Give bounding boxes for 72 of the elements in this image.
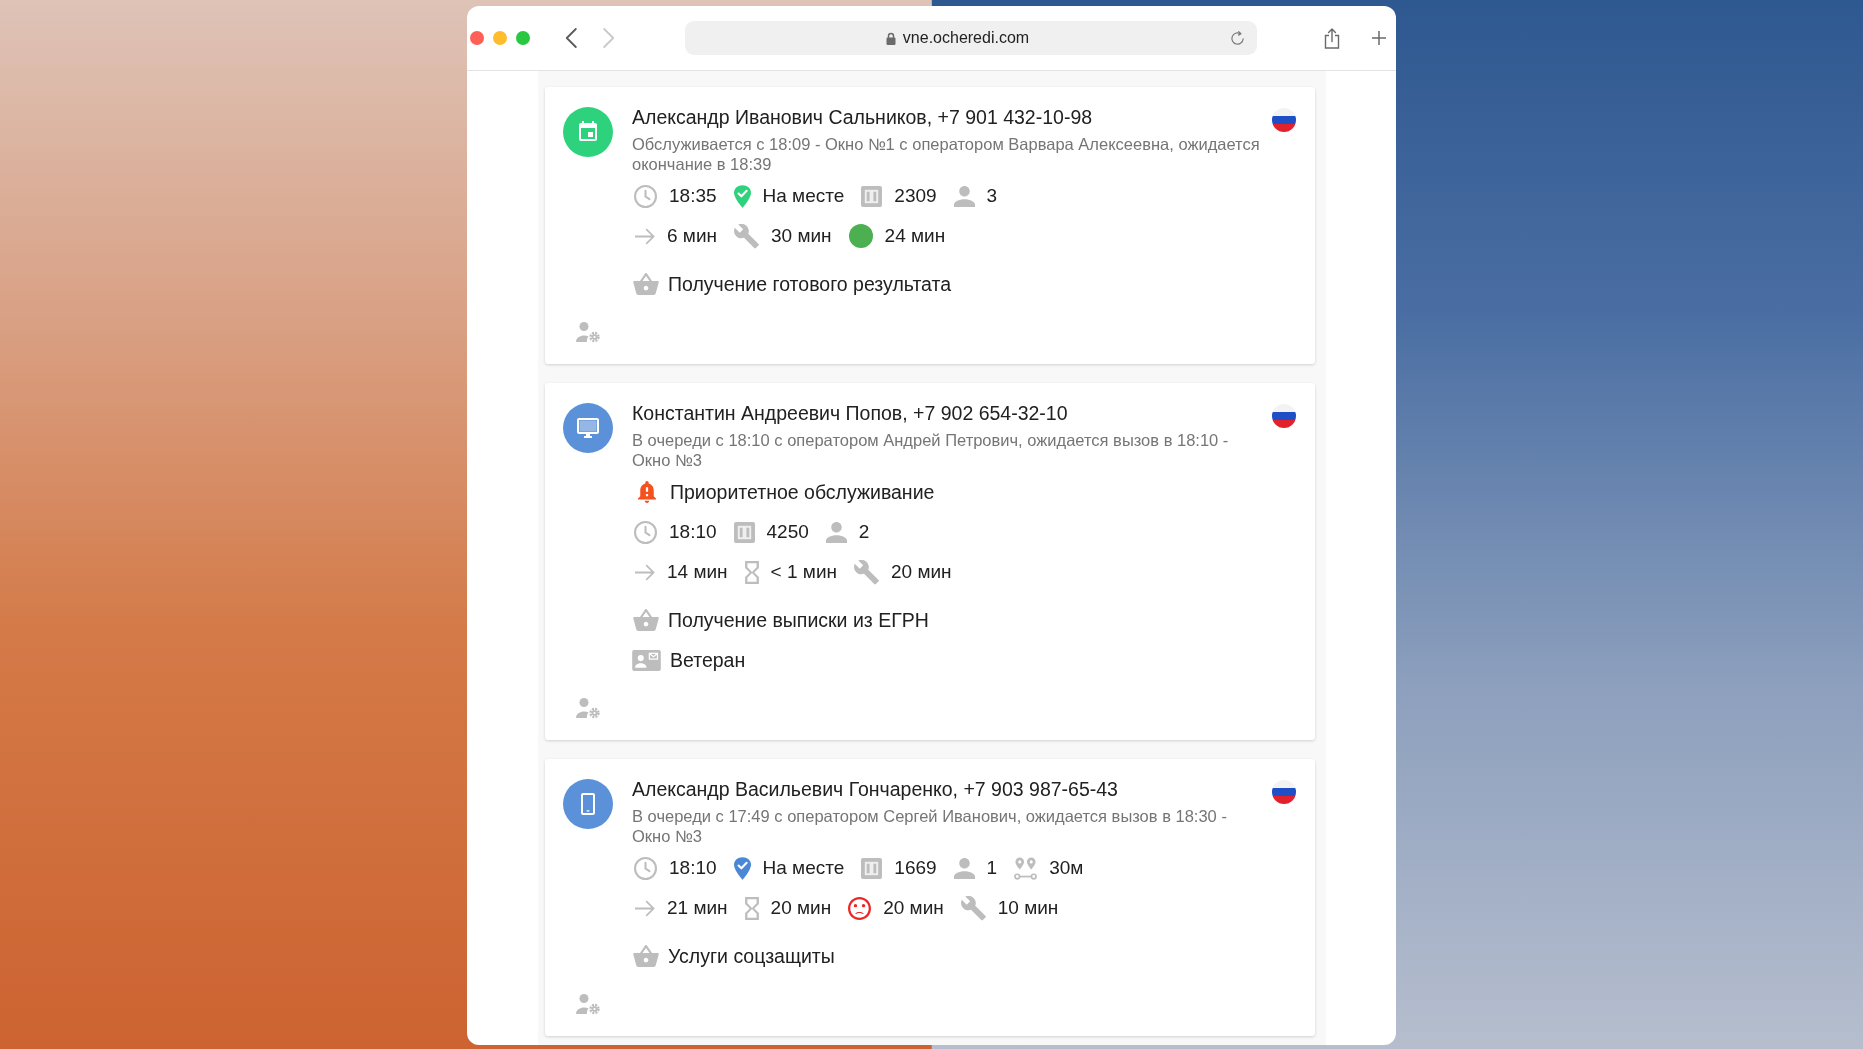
stat-text: На месте <box>762 184 845 208</box>
basket-icon <box>633 273 659 295</box>
stat-text: 30м <box>1049 856 1084 880</box>
arrow-right-icon <box>634 563 655 581</box>
arrow-right-icon <box>634 899 655 917</box>
arrow-right-icon <box>634 227 655 245</box>
close-window-icon[interactable] <box>470 31 484 45</box>
user-settings-icon[interactable] <box>576 993 600 1015</box>
stat-text: 2 <box>858 520 870 544</box>
stat-text: На месте <box>762 856 845 880</box>
service-label: Получение выписки из ЕГРН <box>668 608 929 632</box>
hourglass-icon <box>744 896 759 920</box>
minimize-window-icon[interactable] <box>493 31 507 45</box>
stat-text: 18:10 <box>669 520 717 544</box>
stat-text: 10 мин <box>997 896 1059 920</box>
clock-icon <box>634 184 657 208</box>
id-card-icon <box>632 649 661 671</box>
wrench-icon <box>734 223 759 249</box>
stat-text: < 1 мин <box>770 560 837 584</box>
wrench-icon <box>854 559 879 585</box>
person-icon <box>953 857 975 879</box>
person-icon <box>953 185 975 207</box>
user-settings-icon[interactable] <box>576 697 600 719</box>
alert-bell-icon <box>638 481 656 503</box>
lock-icon <box>885 31 896 45</box>
reload-icon[interactable] <box>1230 30 1245 46</box>
stat-text: 14 мин <box>667 560 728 584</box>
client-name: Константин Андреевич Попов, +7 902 654-32-10 <box>632 401 1069 425</box>
service-label: Получение готового результата <box>668 272 952 296</box>
wrench-icon <box>960 895 986 921</box>
stat-text: 20 мин <box>883 896 944 920</box>
client-name: Александр Васильевич Гончаренко, +7 903 987-65-43 <box>632 777 1119 801</box>
client-name: Александр Иванович Сальников, +7 901 432-10-98 <box>632 105 1094 129</box>
stat-text: 21 мин <box>667 896 728 920</box>
flag-icon <box>1272 108 1296 132</box>
basket-icon <box>633 945 659 967</box>
status-text: В очереди с 18:10 с оператором Андрей Петрович, ожидается вызов в 18:10 - Окно №3 <box>632 430 1230 470</box>
stat-text: 18:35 <box>669 184 717 208</box>
person-icon <box>825 521 847 543</box>
stat-text: 2309 <box>894 184 937 208</box>
stat-text: 18:10 <box>669 856 717 880</box>
chevron-left-icon[interactable] <box>565 28 577 48</box>
flag-icon <box>1272 780 1296 804</box>
status-text: Обслуживается с 18:09 - Окно №1 с оператором Варвара Алексеевна, ожидается окончание в 18:39 <box>632 134 1261 174</box>
hourglass-icon <box>744 560 759 584</box>
stat-text: 4250 <box>766 520 809 544</box>
clock-icon <box>634 856 657 880</box>
category-label: Ветеран <box>670 648 746 672</box>
user-settings-icon[interactable] <box>576 321 600 343</box>
zoom-window-icon[interactable] <box>516 31 530 45</box>
share-icon[interactable] <box>1324 27 1340 49</box>
basket-icon <box>633 609 659 631</box>
stat-text: 3 <box>986 184 998 208</box>
status-text: В очереди с 17:49 с оператором Сергей Иванович, ожидается вызов в 18:30 - Окно №3 <box>632 806 1228 846</box>
clock-icon <box>634 520 657 544</box>
alert-text: Приоритетное обслуживание <box>670 480 935 504</box>
stat-text: 30 мин <box>771 224 832 248</box>
address-bar[interactable]: vne.ocheredi.com <box>685 21 1257 55</box>
bracket-square-icon <box>733 521 755 543</box>
stat-text: 1669 <box>894 856 937 880</box>
stat-text: 6 мин <box>667 224 717 248</box>
plus-icon[interactable] <box>1372 31 1386 45</box>
service-label: Услуги соцзащиты <box>668 944 835 968</box>
bracket-square-icon <box>861 857 883 879</box>
route-pins-icon <box>1014 856 1038 880</box>
stat-text: 1 <box>986 856 998 880</box>
stat-text: 20 мин <box>891 560 952 584</box>
stat-text: 20 мин <box>770 896 832 920</box>
url-text: vne.ocheredi.com <box>902 28 1030 48</box>
flag-icon <box>1272 404 1296 428</box>
stat-text: 24 мин <box>884 224 946 248</box>
bracket-square-icon <box>861 185 883 207</box>
